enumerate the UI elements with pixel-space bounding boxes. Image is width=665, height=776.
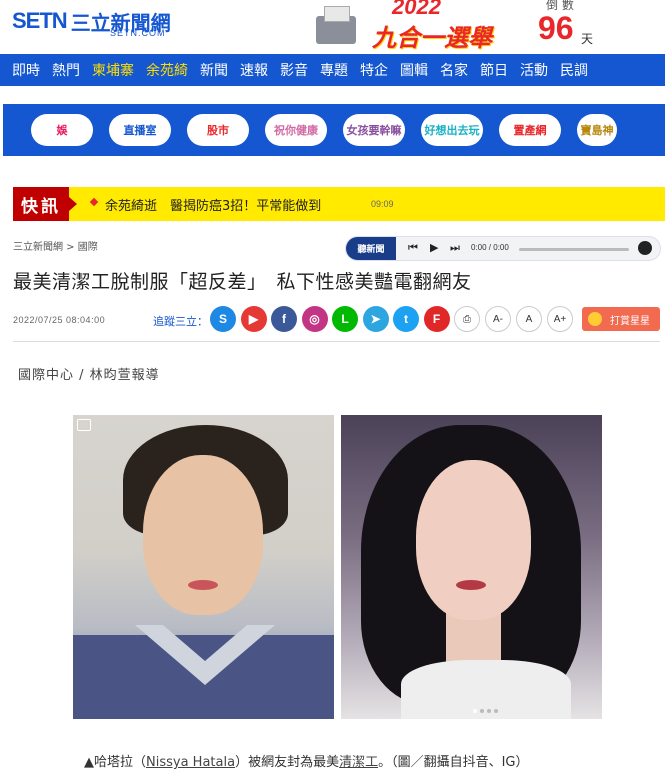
- nav-item[interactable]: 余苑綺: [146, 60, 188, 80]
- instagram-icon[interactable]: ◎: [301, 306, 328, 332]
- youtube-icon[interactable]: ▶: [240, 306, 267, 332]
- image-icon: [77, 419, 91, 431]
- main-nav: 即時 熱門 柬埔寨 余苑綺 新聞 速報 影音 專題 特企 圖輯 名家 節日 活動 民調: [0, 54, 665, 86]
- channel-link[interactable]: 女孩要幹嘛: [343, 114, 405, 146]
- nav-item[interactable]: 專題: [320, 60, 348, 80]
- ballot-box-icon: [316, 6, 356, 44]
- twitter-icon[interactable]: t: [393, 306, 419, 332]
- nav-item[interactable]: 圖輯: [400, 60, 428, 80]
- flipboard-icon[interactable]: F: [423, 306, 450, 332]
- channel-link[interactable]: 娛: [31, 114, 93, 146]
- logo-domain: SETN.COM: [110, 28, 166, 38]
- byline: 國際中心 / 林昀萱報導: [18, 368, 160, 383]
- telegram-icon[interactable]: ➤: [362, 306, 389, 332]
- next-icon[interactable]: ⏭: [450, 241, 460, 255]
- speed-icon[interactable]: [638, 241, 652, 255]
- breaking-headline[interactable]: 余苑綺逝 醫揭防癌3招！平常能做到: [105, 195, 321, 214]
- nav-item[interactable]: 活動: [520, 60, 548, 80]
- channel-link[interactable]: 置產網: [499, 114, 561, 146]
- facebook-icon[interactable]: f: [271, 306, 297, 332]
- breadcrumb[interactable]: 三立新聞網 > 國際: [13, 238, 98, 253]
- follow-label: 追蹤三立：: [153, 315, 208, 328]
- audio-player: 聽新聞 ⏮ ▶ ⏭ 0:00 / 0:00: [345, 236, 661, 261]
- logo-setn[interactable]: SETN: [12, 8, 68, 34]
- caption-tag-link[interactable]: 清潔工: [339, 755, 378, 770]
- breaking-tag: 快訊: [13, 187, 77, 221]
- divider: [13, 341, 660, 342]
- nav-item[interactable]: 新聞: [200, 60, 228, 80]
- font-smaller-button[interactable]: A-: [485, 306, 511, 332]
- breaking-time: 09:09: [371, 199, 394, 209]
- star-icon: [588, 312, 602, 326]
- site-header: SETN 三立新聞網 SETN.COM 2022 九合一選舉 倒 數 96 天: [0, 0, 665, 54]
- article-photo-right[interactable]: [341, 415, 602, 719]
- election-title: 九合一選舉: [372, 24, 492, 52]
- channel-link[interactable]: 祝你健康: [265, 114, 327, 146]
- caption-name-link[interactable]: Nissya Hatala: [146, 755, 235, 770]
- print-icon[interactable]: ⎙: [454, 306, 480, 332]
- progress-slider[interactable]: [519, 248, 629, 251]
- prev-icon[interactable]: ⏮: [408, 241, 418, 255]
- share-toolbar: S ▶ f ◎ L ➤ t F ⎙ A- A A+: [210, 306, 578, 332]
- line-icon[interactable]: L: [332, 306, 358, 332]
- setn-icon[interactable]: S: [210, 306, 236, 332]
- countdown-days: 96: [538, 10, 574, 46]
- page-title: 最美清潔工脫制服「超反差」 私下性感美豔電翻網友: [13, 271, 472, 293]
- font-default-button[interactable]: A: [516, 306, 542, 332]
- election-banner[interactable]: 2022 九合一選舉: [312, 0, 530, 54]
- publish-date: 2022/07/25 08:04:00: [13, 315, 106, 325]
- channel-bar: 娛直播室 股市 祝你健康 女孩要幹嘛 好想出去玩 置產網 寶島神: [3, 104, 665, 156]
- listen-news-label: 聽新聞: [346, 237, 396, 260]
- donate-label: 打賞星星: [610, 315, 650, 327]
- nav-item[interactable]: 即時: [12, 60, 40, 80]
- bullet-icon: [89, 197, 99, 207]
- nav-item[interactable]: 特企: [360, 60, 388, 80]
- player-time: 0:00 / 0:00: [471, 243, 509, 252]
- nav-item[interactable]: 節日: [480, 60, 508, 80]
- font-larger-button[interactable]: A+: [547, 306, 573, 332]
- breaking-news-bar[interactable]: 快訊 余苑綺逝 醫揭防癌3招！平常能做到 09:09: [13, 187, 665, 221]
- nav-item[interactable]: 民調: [560, 60, 588, 80]
- channel-link[interactable]: 好想出去玩: [421, 114, 483, 146]
- article-photo-left[interactable]: [73, 415, 334, 719]
- play-icon[interactable]: ▶: [430, 241, 438, 254]
- channel-link[interactable]: 寶島神: [577, 114, 617, 146]
- nav-item[interactable]: 名家: [440, 60, 468, 80]
- nav-item[interactable]: 熱門: [52, 60, 80, 80]
- election-year: 2022: [392, 0, 441, 19]
- nav-item[interactable]: 影音: [280, 60, 308, 80]
- donate-button[interactable]: 打賞星星: [582, 307, 660, 331]
- carousel-dots[interactable]: [473, 709, 501, 713]
- channel-link[interactable]: 股市: [187, 114, 249, 146]
- countdown-unit: 天: [581, 32, 594, 46]
- nav-item[interactable]: 速報: [240, 60, 268, 80]
- photo-caption: ▲哈塔拉（Nissya Hatala）被網友封為最美清潔工。（圖／翻攝自抖音、I…: [84, 755, 529, 770]
- channel-link[interactable]: 直播室: [109, 114, 171, 146]
- nav-item[interactable]: 柬埔寨: [92, 60, 134, 80]
